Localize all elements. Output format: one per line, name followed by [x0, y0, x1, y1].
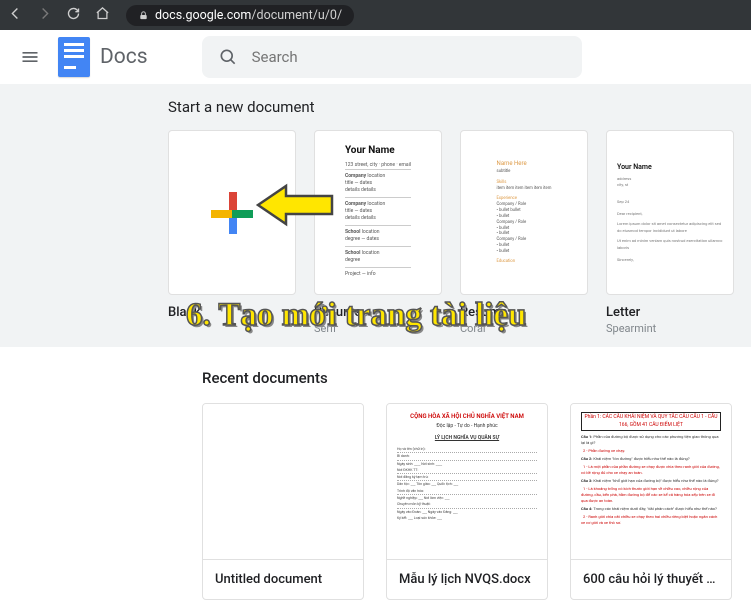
- recent-doc[interactable]: Phần 1: CÁC CÂU KHÁI NIỆM VÀ QUY TẮC CÂU…: [570, 403, 732, 600]
- recent-doc[interactable]: CỘNG HÒA XÃ HỘI CHỦ NGHĨA VIỆT NAM Độc l…: [386, 403, 548, 600]
- template-blank[interactable]: Blank: [168, 130, 296, 335]
- url-domain: docs.google.com: [155, 8, 251, 23]
- recent-doc[interactable]: Untitled document: [202, 403, 364, 600]
- forward-icon[interactable]: [37, 6, 52, 25]
- url-path: /document/u/0/: [251, 8, 342, 23]
- doc-thumbnail: CỘNG HÒA XÃ HỘI CHỦ NGHĨA VIỆT NAM Độc l…: [387, 404, 547, 560]
- app-header: Docs: [0, 30, 751, 84]
- recent-section: Recent documents Untitled document CỘNG …: [0, 347, 751, 600]
- template-sublabel: Serif: [314, 322, 442, 335]
- doc-title: Untitled document: [203, 560, 363, 599]
- template-label: Resume: [314, 305, 442, 320]
- address-bar[interactable]: docs.google.com/document/u/0/: [126, 5, 354, 26]
- browser-toolbar: docs.google.com/document/u/0/: [0, 0, 751, 30]
- template-resume-coral[interactable]: Name Heresubtitle Skillsitem item item i…: [460, 130, 588, 335]
- template-letter-spearmint[interactable]: Your Name addresscity, st Sep 24 Dear re…: [606, 130, 734, 335]
- search-box[interactable]: [202, 36, 582, 78]
- doc-title: 600 câu hỏi lý thuyết GPL...: [571, 560, 731, 599]
- template-sublabel: Spearmint: [606, 322, 734, 335]
- templates-section: Start a new document Blank Your Name 123…: [0, 84, 751, 347]
- main-menu-button[interactable]: [12, 39, 48, 75]
- templates-heading: Start a new document: [168, 98, 751, 116]
- template-label: Blank: [168, 305, 296, 320]
- doc-title: Mẫu lý lịch NVQS.docx: [387, 560, 547, 599]
- hamburger-icon: [20, 47, 40, 67]
- back-icon[interactable]: [8, 6, 23, 25]
- doc-thumbnail: Phần 1: CÁC CÂU KHÁI NIỆM VÀ QUY TẮC CÂU…: [571, 404, 731, 560]
- home-icon[interactable]: [95, 6, 110, 25]
- doc-thumbnail: [203, 404, 363, 560]
- recent-heading: Recent documents: [202, 369, 751, 387]
- app-title: Docs: [100, 45, 148, 69]
- plus-icon: [211, 192, 253, 234]
- template-label: Resume: [460, 305, 588, 320]
- lock-icon: [138, 10, 149, 21]
- template-sublabel: Coral: [460, 322, 588, 335]
- template-label: Letter: [606, 305, 734, 320]
- template-resume-serif[interactable]: Your Name 123 street, city · phone · ema…: [314, 130, 442, 335]
- search-input[interactable]: [252, 48, 566, 66]
- search-icon: [218, 47, 238, 67]
- docs-logo-icon[interactable]: [58, 37, 90, 77]
- reload-icon[interactable]: [66, 6, 81, 25]
